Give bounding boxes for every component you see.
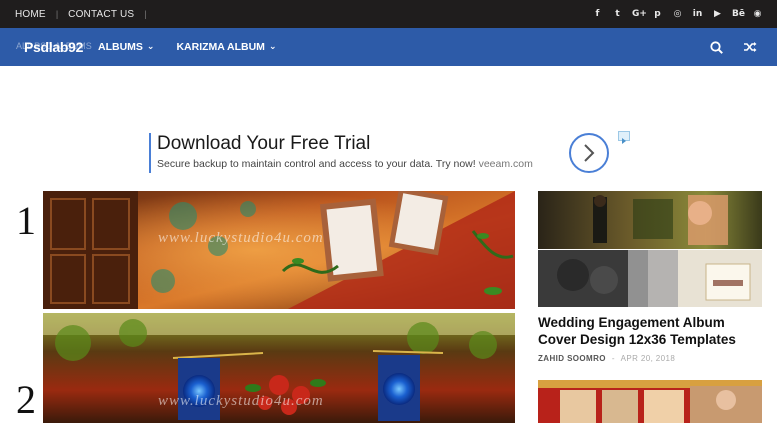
nav-item-albums[interactable]: ALBUMS ⌄ — [98, 41, 154, 53]
search-icon[interactable] — [710, 40, 723, 54]
youtube-icon[interactable]: ▶ — [712, 9, 723, 19]
social-icons: f t G+ p ◎ in ▶ Bē ◉ — [592, 0, 763, 28]
album-cover-image — [43, 191, 515, 309]
post-meta: ZAHID SOOMRO - APR 20, 2018 — [538, 354, 675, 363]
ad-description: Secure backup to maintain control and ac… — [157, 158, 533, 170]
nav-item-label: ALBUMS — [98, 41, 143, 53]
adchoices-icon[interactable] — [618, 131, 630, 144]
linkedin-icon[interactable]: in — [692, 9, 703, 19]
meta-separator: - — [611, 354, 615, 363]
chevron-down-icon: ⌄ — [268, 42, 277, 52]
rank-number: 2 — [16, 377, 36, 422]
featured-image[interactable]: www.luckystudio4u.com — [43, 191, 515, 309]
album-thumbnail-image — [538, 380, 762, 423]
facebook-icon[interactable]: f — [592, 9, 603, 19]
post-author[interactable]: ZAHID SOOMRO — [538, 354, 606, 363]
main-navbar: ALL PSD ALBUMS Psdlab92 ALBUMS ⌄ KARIZMA… — [0, 28, 777, 66]
google-plus-icon[interactable]: G+ — [632, 9, 647, 19]
nav-tools — [710, 28, 757, 66]
top-links: HOME | CONTACT US | — [15, 0, 157, 28]
album-thumbnail-image — [538, 250, 762, 307]
nav-menu: ALBUMS ⌄ KARIZMA ALBUM ⌄ — [98, 28, 276, 66]
pinterest-icon[interactable]: p — [652, 9, 663, 19]
divider: | — [144, 9, 147, 19]
nav-item-karizma-album[interactable]: KARIZMA ALBUM ⌄ — [176, 41, 276, 53]
sidebar-thumbnail[interactable] — [538, 380, 762, 423]
ad-url[interactable]: veeam.com — [479, 158, 533, 170]
home-link[interactable]: HOME — [15, 9, 46, 20]
ad-accent-bar — [149, 133, 151, 173]
site-logo[interactable]: Psdlab92 — [24, 39, 83, 55]
post-title[interactable]: Wedding Engagement Album Cover Design 12… — [538, 314, 763, 348]
ad-arrow-button[interactable] — [569, 133, 609, 173]
rss-icon[interactable]: ◉ — [752, 9, 763, 19]
chevron-right-icon — [584, 144, 595, 162]
shuffle-icon[interactable] — [743, 41, 757, 53]
contact-us-link[interactable]: CONTACT US — [68, 9, 134, 20]
chevron-down-icon: ⌄ — [146, 42, 155, 52]
album-thumbnail-image — [538, 191, 762, 249]
ad-headline[interactable]: Download Your Free Trial — [157, 133, 370, 155]
ad-banner[interactable]: Download Your Free Trial Secure backup t… — [149, 131, 631, 175]
rank-number: 1 — [16, 198, 36, 243]
instagram-icon[interactable]: ◎ — [672, 9, 683, 19]
watermark-text: www.luckystudio4u.com — [158, 393, 324, 409]
twitter-icon[interactable]: t — [612, 9, 623, 19]
ad-description-text: Secure backup to maintain control and ac… — [157, 158, 476, 170]
watermark-text: www.luckystudio4u.com — [158, 230, 324, 246]
featured-image[interactable]: www.luckystudio4u.com — [43, 313, 515, 423]
top-bar: HOME | CONTACT US | f t G+ p ◎ in ▶ Bē ◉ — [0, 0, 777, 28]
sidebar-thumbnail[interactable] — [538, 250, 762, 307]
divider: | — [55, 9, 59, 19]
post-date: APR 20, 2018 — [620, 354, 676, 363]
behance-icon[interactable]: Bē — [732, 9, 745, 19]
nav-item-label: KARIZMA ALBUM — [176, 41, 265, 53]
sidebar-thumbnail[interactable] — [538, 191, 762, 249]
